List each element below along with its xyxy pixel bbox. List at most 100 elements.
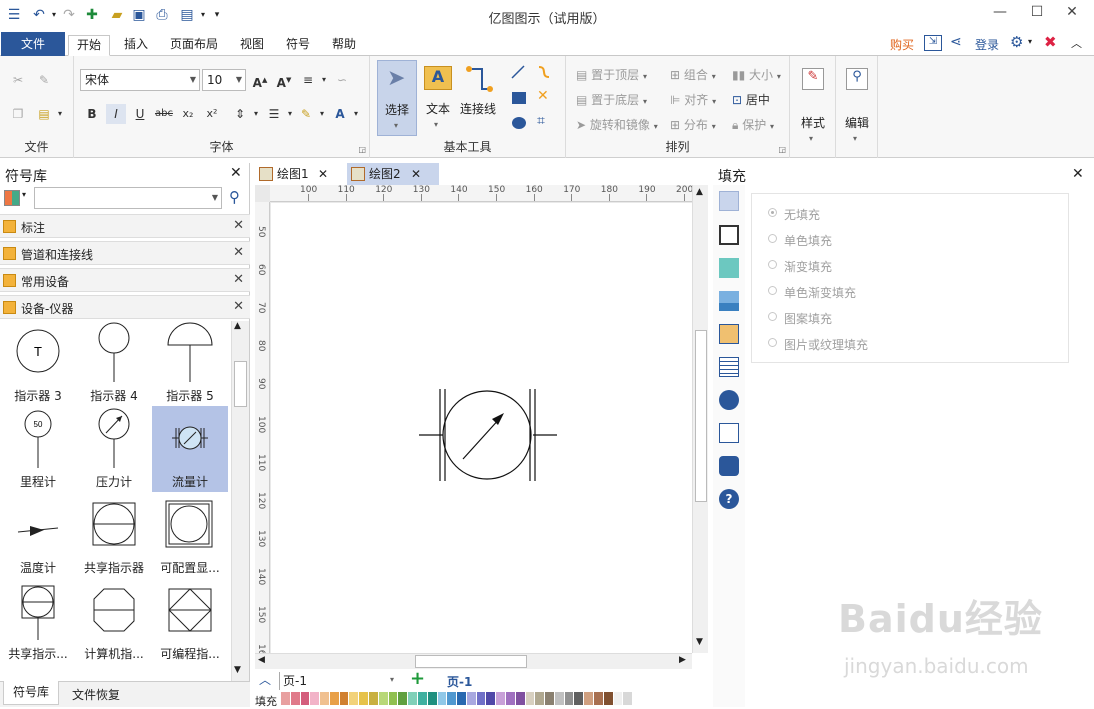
shape-indicator-5[interactable]: 指示器 5 (152, 320, 228, 406)
shape-shared-indicator-2[interactable]: 共享指示... (0, 578, 76, 664)
curve-tool-icon[interactable] (536, 64, 552, 80)
scroll-down-icon[interactable]: ▼ (696, 637, 703, 647)
color-swatch[interactable] (359, 692, 369, 705)
cut-icon[interactable]: ✂ (8, 70, 28, 90)
color-swatch[interactable] (457, 692, 466, 705)
shadow-icon[interactable] (719, 258, 739, 278)
page-properties-icon[interactable] (719, 357, 739, 377)
shape-indicator-3[interactable]: T 指示器 3 (0, 320, 76, 406)
color-swatch[interactable] (388, 692, 398, 705)
collapse-ribbon-icon[interactable]: ︿ (1071, 35, 1082, 51)
shape-programmable-indicator[interactable]: 可编程指... (152, 578, 228, 664)
color-swatch[interactable] (594, 692, 603, 705)
bring-to-front-button[interactable]: ▤ 置于顶层 ▾ (576, 66, 647, 83)
color-swatch[interactable] (496, 692, 505, 705)
scroll-down-icon[interactable]: ▼ (234, 665, 241, 675)
tab-page-layout[interactable]: 页面布局 (162, 35, 226, 56)
close-category-icon[interactable]: ✕ (233, 218, 244, 233)
scroll-up-icon[interactable]: ▲ (234, 321, 241, 331)
color-swatch[interactable] (623, 692, 633, 705)
page-tab[interactable]: 页-1 (447, 673, 472, 690)
library-scroll-thumb[interactable] (234, 361, 247, 407)
color-swatch[interactable] (603, 692, 613, 705)
share-window-icon[interactable]: ⇲ (924, 35, 942, 51)
italic-button[interactable]: I (106, 104, 126, 124)
category-common-equipment[interactable]: 常用设备 ✕ (0, 268, 250, 292)
tab-file-recovery[interactable]: 文件恢复 (72, 686, 120, 703)
color-swatch[interactable] (584, 692, 593, 705)
shrink-font-icon[interactable]: A▼ (274, 70, 294, 90)
color-swatch[interactable] (369, 692, 378, 705)
color-swatch[interactable] (545, 692, 554, 705)
attachment-icon[interactable] (719, 423, 739, 443)
color-swatch[interactable] (535, 692, 545, 705)
paste-dropdown-icon[interactable]: ▾ (50, 104, 70, 124)
strikethrough-button[interactable]: abc (154, 104, 174, 124)
shape-configurable-display[interactable]: 可配置显... (152, 492, 228, 578)
color-swatch[interactable] (398, 692, 408, 705)
align-button[interactable]: ⊫ 对齐 ▾ (670, 91, 716, 108)
format-painter-icon[interactable]: ✎ (34, 70, 54, 90)
text-tool-button[interactable]: A 文本 ▾ (420, 60, 456, 136)
flow-meter-on-canvas[interactable] (271, 203, 693, 653)
point-tool-icon[interactable]: ✕ (537, 88, 549, 104)
comment-icon[interactable] (719, 456, 739, 476)
line-style-icon[interactable] (719, 225, 739, 245)
subscript-button[interactable]: x₂ (178, 104, 198, 124)
library-menu-icon[interactable] (4, 190, 20, 206)
shape-shared-indicator[interactable]: 共享指示器 (76, 492, 152, 578)
settings-gear-icon[interactable]: ⚙ (1010, 33, 1023, 51)
close-tab-icon[interactable]: ✕ (411, 163, 421, 185)
category-instruments[interactable]: 设备-仪器 ✕ (0, 295, 250, 319)
scroll-right-icon[interactable]: ▶ (679, 655, 686, 665)
canvas-vertical-scrollbar[interactable]: ▲ ▼ (692, 185, 708, 653)
color-swatch[interactable] (427, 692, 437, 705)
tab-view[interactable]: 视图 (232, 35, 272, 56)
color-swatch[interactable] (613, 692, 623, 705)
select-tool-button[interactable]: ➤ 选择 ▾ (377, 60, 417, 136)
protect-button[interactable]: 🔒︎ 保护 ▾ (732, 116, 774, 133)
image-icon[interactable] (719, 291, 739, 311)
share-icon[interactable]: ⋖ (950, 34, 962, 50)
shape-thermometer[interactable]: 温度计 (0, 492, 76, 578)
category-pipes[interactable]: 管道和连接线 ✕ (0, 241, 250, 265)
tab-help[interactable]: 帮助 (324, 35, 364, 56)
category-callouts[interactable]: 标注 ✕ (0, 214, 250, 238)
fill-icon[interactable] (719, 191, 739, 211)
copy-icon[interactable]: ❐ (8, 104, 28, 124)
shape-flow-meter[interactable]: 流量计 (152, 406, 228, 492)
library-search-input[interactable]: ▼ (34, 187, 222, 209)
color-swatch[interactable] (417, 692, 427, 705)
tab-home[interactable]: 开始 (68, 35, 111, 56)
close-fill-panel-icon[interactable]: ✕ (1072, 166, 1084, 182)
library-scrollbar[interactable]: ▲ ▼ (231, 321, 249, 681)
tab-symbols[interactable]: 符号 (278, 35, 318, 56)
superscript-button[interactable]: x² (202, 104, 222, 124)
color-swatch[interactable] (564, 692, 574, 705)
scroll-left-icon[interactable]: ◀ (258, 655, 265, 665)
shape-pressure-gauge[interactable]: 压力计 (76, 406, 152, 492)
line-spacing-dropdown-icon[interactable]: ▾ (246, 104, 266, 124)
settings-dropdown-icon[interactable]: ▾ (1028, 37, 1032, 46)
color-swatch[interactable] (486, 692, 496, 705)
connector-tool-button[interactable]: 连接线 (458, 60, 498, 136)
library-menu-dropdown-icon[interactable]: ▾ (22, 190, 26, 199)
layer-icon[interactable] (719, 324, 739, 344)
color-swatch[interactable] (554, 692, 564, 705)
font-size-select[interactable]: 10 ▼ (202, 69, 246, 91)
font-dialog-launcher-icon[interactable]: ◲ (358, 145, 366, 154)
send-to-back-button[interactable]: ▤ 置于底层 ▾ (576, 91, 647, 108)
doc-tab-2[interactable]: 绘图2 ✕ (347, 163, 439, 185)
close-library-icon[interactable]: ✕ (230, 165, 242, 181)
color-swatch[interactable] (466, 692, 476, 705)
shape-computer-indicator[interactable]: 计算机指... (76, 578, 152, 664)
scroll-up-icon[interactable]: ▲ (696, 187, 703, 197)
rectangle-tool-icon[interactable] (512, 92, 526, 104)
page-select[interactable]: 页-1 ▾ (279, 672, 399, 690)
color-swatch[interactable] (320, 692, 329, 705)
canvas-horizontal-scrollbar[interactable]: ◀ ▶ (255, 653, 692, 669)
color-swatch[interactable] (339, 692, 349, 705)
color-swatch[interactable] (281, 692, 290, 705)
color-swatch[interactable] (408, 692, 417, 705)
underline-button[interactable]: U (130, 104, 150, 124)
